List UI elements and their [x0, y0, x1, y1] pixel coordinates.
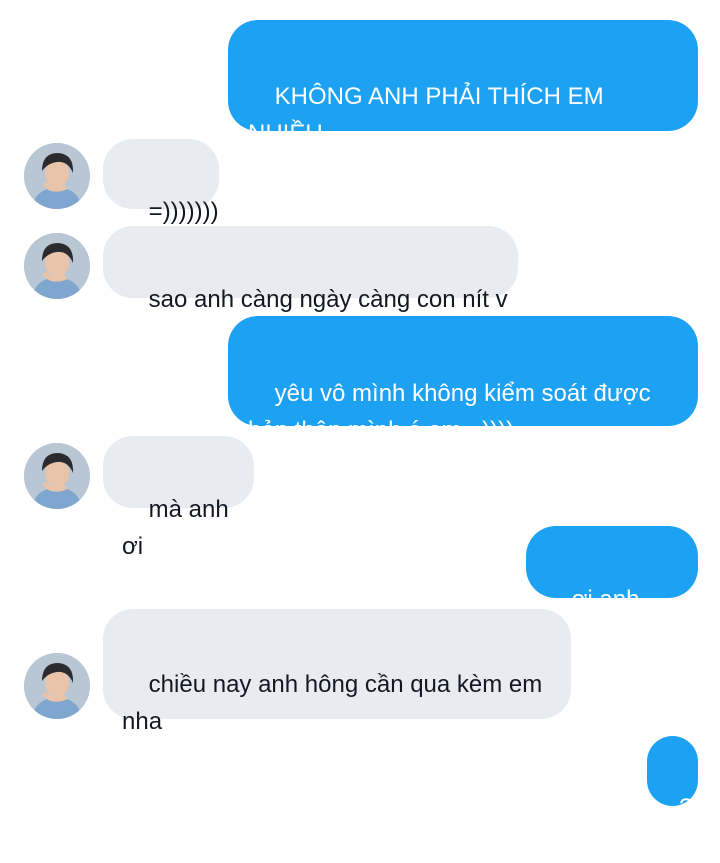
- incoming-message[interactable]: mà anh ơi: [103, 436, 254, 560]
- outgoing-message[interactable]: KHÔNG ANH PHẢI THÍCH EM NHIỀU HƠN CƠ: [228, 20, 698, 253]
- incoming-message[interactable]: chiều nay anh hông cần qua kèm em nha: [103, 609, 571, 735]
- message-text: yêu vô mình không kiểm soát được bản thâ…: [248, 380, 651, 444]
- message-text: KHÔNG ANH PHẢI THÍCH EM NHIỀU HƠN CƠ: [248, 83, 604, 184]
- outgoing-message[interactable]: ơi anh nghe: [526, 526, 698, 650]
- message-text: ?: [679, 794, 693, 821]
- message-text: =))))))): [148, 198, 219, 225]
- avatar[interactable]: [24, 653, 90, 719]
- message-text: chiều nay anh hông cần qua kèm em nha: [122, 671, 543, 735]
- message-text: sao anh càng ngày càng con nít v: [148, 286, 508, 313]
- avatar[interactable]: [24, 443, 90, 509]
- avatar[interactable]: [24, 233, 90, 299]
- chat-thread: KHÔNG ANH PHẢI THÍCH EM NHIỀU HƠN CƠ =))…: [0, 0, 720, 821]
- outgoing-message[interactable]: ?: [647, 736, 698, 821]
- incoming-message[interactable]: =))))))): [103, 139, 219, 225]
- message-text: mà anh ơi: [122, 496, 236, 560]
- incoming-message[interactable]: sao anh càng ngày càng con nít v: [103, 226, 518, 313]
- avatar[interactable]: [24, 143, 90, 209]
- outgoing-message[interactable]: yêu vô mình không kiểm soát được bản thâ…: [228, 316, 698, 444]
